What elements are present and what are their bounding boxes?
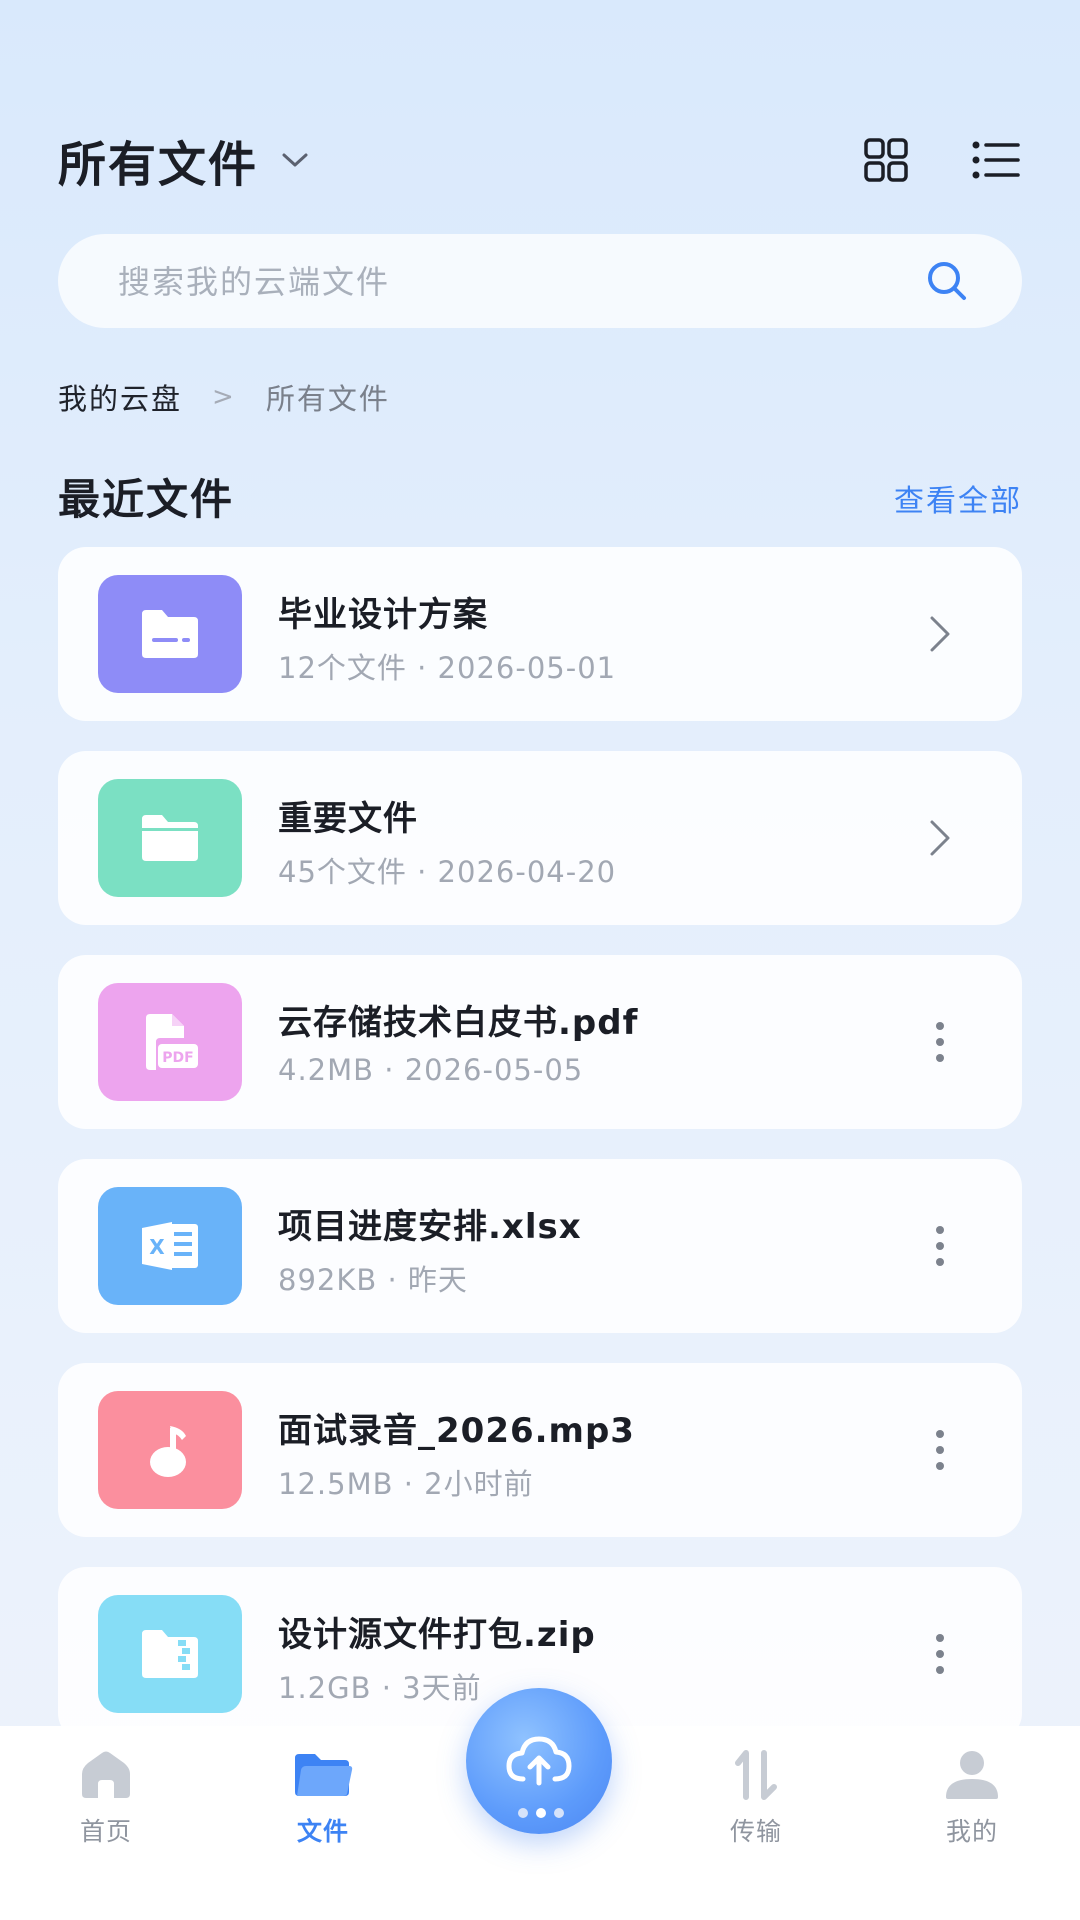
cloud-upload-icon [506,1736,572,1786]
open-folder-button[interactable] [910,808,970,868]
nav-item-transfer[interactable]: 传输 [676,1746,836,1856]
nav-label: 首页 [79,1817,132,1846]
svg-text:X: X [149,1235,165,1259]
file-list: 毕业设计方案 12个文件 · 2026-05-01 重要文件 45个文件 · 2… [58,547,1022,1771]
list-view-button[interactable] [970,134,1022,186]
header: 所有文件 [58,120,1022,200]
folder-switcher[interactable]: 所有文件 [58,120,310,200]
nav-item-files[interactable]: 文件 [243,1746,403,1856]
file-item-schedule-xlsx[interactable]: X 项目进度安排.xlsx 892KB · 昨天 [58,1159,1022,1333]
nav-item-home[interactable]: 首页 [26,1746,186,1856]
more-vertical-icon [936,1022,944,1062]
breadcrumb-separator: > [212,382,236,412]
grid-view-button[interactable] [860,134,912,186]
file-icon-tile: PDF [98,983,242,1101]
profile-icon [940,1746,1004,1804]
more-options-button[interactable] [910,1012,970,1072]
nav-label: 我的 [945,1817,998,1846]
file-meta: 12个文件 · 2026-05-01 [278,651,617,685]
open-folder-button[interactable] [910,604,970,664]
file-name: 项目进度安排.xlsx [278,1207,582,1247]
home-icon [74,1746,138,1804]
file-icon-tile [98,1595,242,1713]
folder-icon [142,815,198,861]
excel-file-icon: X [142,1222,198,1270]
header-actions [860,120,1022,200]
indicator-dot [554,1808,564,1818]
audio-file-icon [150,1426,186,1477]
search-bar [58,234,1022,330]
more-vertical-icon [936,1634,944,1674]
file-name: 重要文件 [278,799,418,839]
more-options-button[interactable] [910,1624,970,1684]
nav-label: 传输 [729,1817,782,1846]
file-item-important-files[interactable]: 重要文件 45个文件 · 2026-04-20 [58,751,1022,925]
search-button[interactable] [922,256,972,306]
file-meta: 4.2MB · 2026-05-05 [278,1053,584,1087]
chevron-right-icon [930,616,950,652]
more-vertical-icon [936,1430,944,1470]
file-name: 面试录音_2026.mp3 [278,1411,635,1451]
file-item-interview-mp3[interactable]: 面试录音_2026.mp3 12.5MB · 2小时前 [58,1363,1022,1537]
pdf-file-icon: PDF [146,1014,198,1070]
chevron-right-icon [930,820,950,856]
more-vertical-icon [936,1226,944,1266]
indicator-dot [536,1808,546,1818]
chevron-down-icon [280,150,310,174]
page-title: 所有文件 [58,137,259,193]
file-meta: 45个文件 · 2026-04-20 [278,855,617,889]
file-item-whitepaper-pdf[interactable]: PDF 云存储技术白皮书.pdf 4.2MB · 2026-05-05 [58,955,1022,1129]
breadcrumb: 我的云盘 > 所有文件 [58,376,390,418]
file-icon-tile [98,779,242,897]
section-title: 最近文件 [58,475,235,524]
file-name: 毕业设计方案 [278,595,488,635]
file-icon-tile [98,1391,242,1509]
view-all-link[interactable]: 查看全部 [894,476,1022,520]
svg-text:PDF: PDF [162,1050,193,1066]
search-input[interactable] [116,234,900,330]
indicator-dot [518,1808,528,1818]
grid-view-icon [864,138,908,182]
file-meta: 892KB · 昨天 [278,1263,468,1297]
more-options-button[interactable] [910,1420,970,1480]
nav-item-profile[interactable]: 我的 [892,1746,1052,1856]
file-meta: 1.2GB · 3天前 [278,1671,482,1705]
list-view-icon [972,141,1020,179]
search-icon [928,262,966,300]
transfer-icon [724,1746,788,1804]
screen: 所有文件 搜索我的云端文件 我的云盘 > 所有文件 最近文件 查看全部 毕业设计… [0,0,1080,1920]
more-options-button[interactable] [910,1216,970,1276]
nav-label: 文件 [296,1817,349,1846]
breadcrumb-root[interactable]: 我的云盘 [58,376,182,418]
breadcrumb-current: 所有文件 [265,382,390,416]
page-indicator [518,1808,564,1818]
file-name: 云存储技术白皮书.pdf [278,1003,639,1043]
file-name: 设计源文件打包.zip [278,1615,596,1655]
zip-file-icon [142,1630,198,1678]
file-icon-tile: X [98,1187,242,1305]
file-item-graduation-design[interactable]: 毕业设计方案 12个文件 · 2026-05-01 [58,547,1022,721]
folder-shared-icon [142,610,198,658]
file-meta: 12.5MB · 2小时前 [278,1467,534,1501]
file-icon-tile [98,575,242,693]
files-icon [291,1746,355,1804]
